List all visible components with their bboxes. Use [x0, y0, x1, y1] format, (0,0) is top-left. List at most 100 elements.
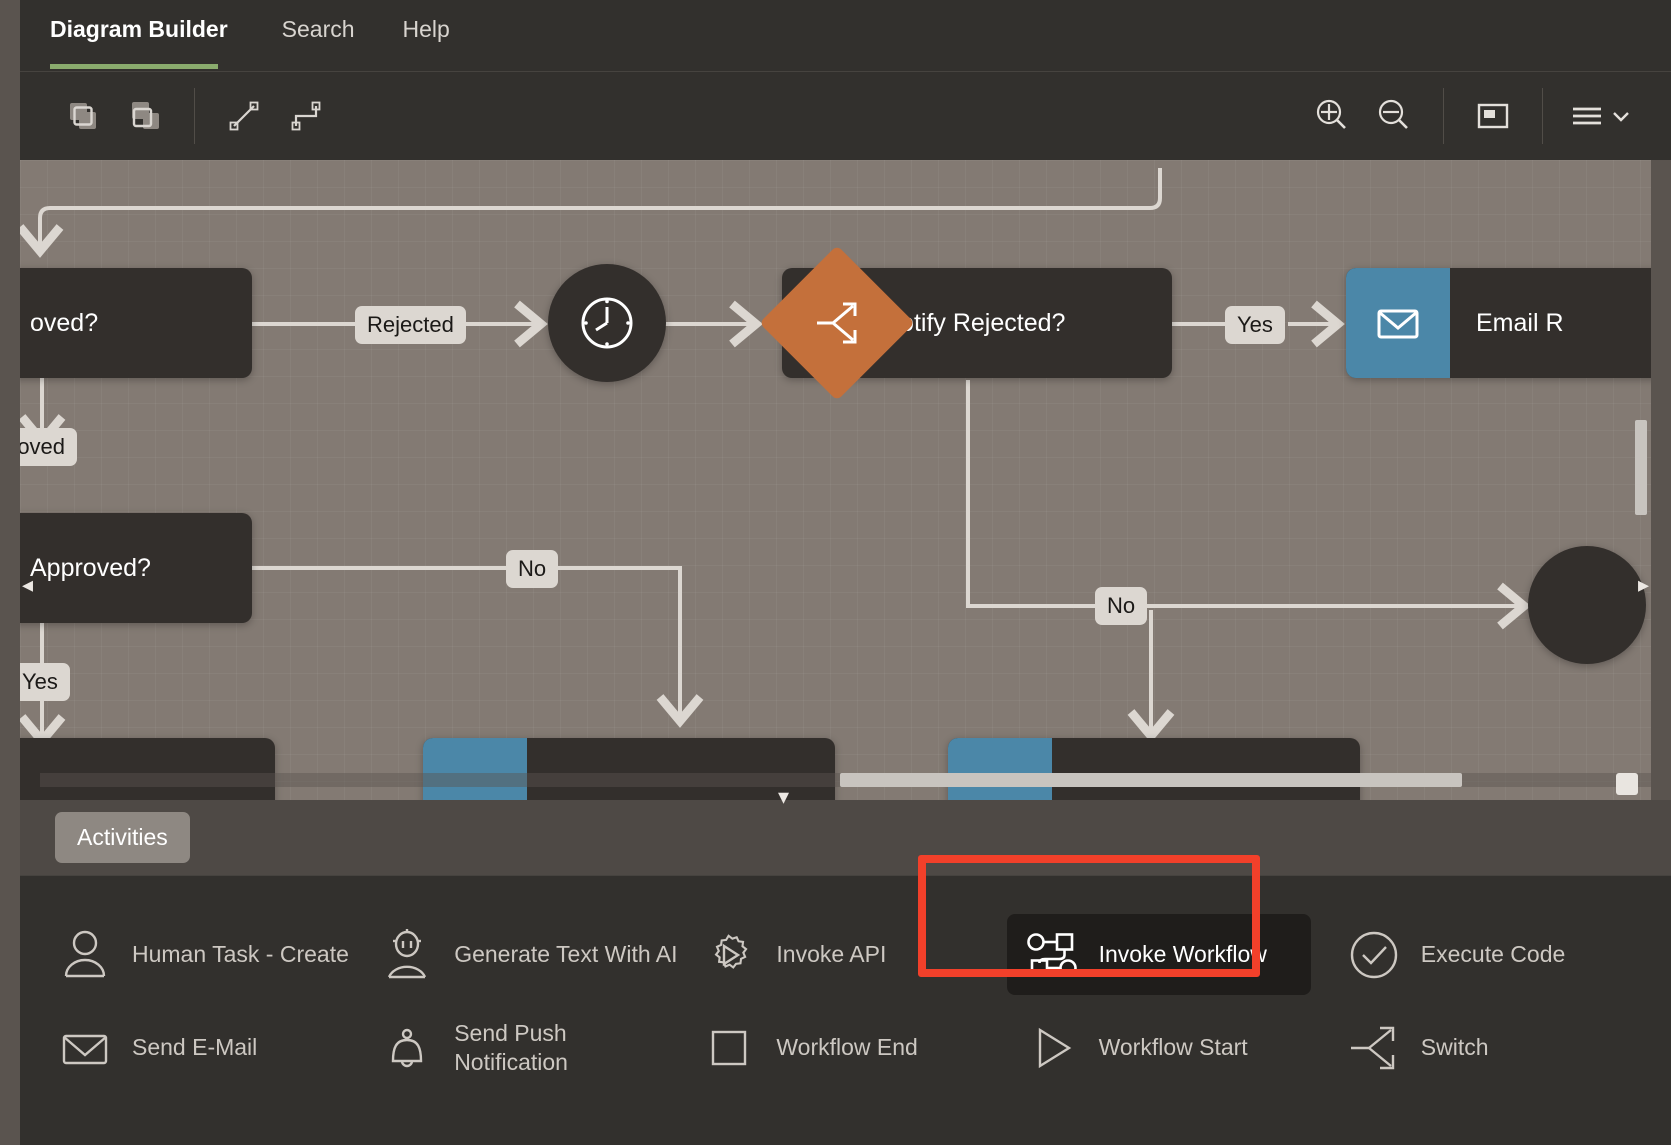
node-label: oved?	[20, 309, 118, 338]
email-icon-box	[1346, 268, 1450, 378]
node-label: Approved?	[20, 554, 171, 583]
palette-item-invoke-api[interactable]: Invoke API	[684, 908, 1006, 1001]
toolbar	[20, 71, 1671, 160]
invoke-workflow-icon	[1025, 928, 1079, 982]
palette-item-label: Invoke Workflow	[1099, 940, 1267, 969]
menu-item-label: Diagram Builder	[50, 16, 228, 42]
edge-label-yes-manager: Yes	[20, 663, 70, 701]
palette-item-label: Workflow End	[776, 1033, 917, 1062]
gear-play-icon	[702, 928, 756, 982]
send-to-back-icon	[125, 96, 165, 136]
pan-right-arrow[interactable]: ▸	[1638, 574, 1649, 596]
zoom-in-icon	[1310, 94, 1354, 138]
palette-item-label: Send E-Mail	[132, 1033, 257, 1062]
decision-icon-wrapper	[782, 268, 892, 378]
palette-grid: Human Task - Create	[20, 898, 1671, 1094]
orthogonal-connector-icon	[286, 96, 326, 136]
tab-activities[interactable]: Activities	[55, 812, 190, 863]
canvas-resize-grip[interactable]	[1616, 773, 1638, 795]
menu-item-label: Search	[282, 16, 355, 42]
palette-item-label: Human Task - Create	[132, 940, 349, 969]
canvas-node-manager-approved[interactable]: Approved?	[20, 513, 252, 623]
toolbar-separator	[1542, 88, 1543, 144]
canvas-node-approved-decision[interactable]: oved?	[20, 268, 252, 378]
activity-palette: Human Task - Create	[20, 875, 1671, 1145]
pan-down-arrow[interactable]: ▾	[778, 786, 789, 808]
play-triangle-icon	[1025, 1021, 1079, 1075]
ai-person-icon	[380, 928, 434, 982]
envelope-icon	[1369, 294, 1427, 352]
pan-left-arrow[interactable]: ◂	[22, 574, 33, 596]
diagram-canvas[interactable]: oved? Notify Rejected?	[20, 160, 1651, 800]
toolbar-separator	[1443, 88, 1444, 144]
bell-icon	[380, 1021, 434, 1075]
switch-icon	[811, 297, 863, 349]
palette-item-switch[interactable]: Switch	[1329, 1001, 1651, 1094]
palette-item-label: Execute Code	[1421, 940, 1565, 969]
palette-item-workflow-start[interactable]: Workflow Start	[1007, 1001, 1329, 1094]
icon-box	[948, 738, 1052, 800]
canvas-node-end-circle[interactable]	[1528, 546, 1646, 664]
edge-label-approved: roved	[20, 428, 77, 466]
bottom-panel: Activities Human Task - Create	[20, 800, 1671, 1145]
menu-item-search[interactable]: Search	[258, 0, 379, 71]
edge-label-no-manager: No	[506, 550, 558, 588]
node-label: Email R	[1450, 309, 1584, 338]
edge-label-rejected: Rejected	[355, 306, 466, 344]
straight-connector-button[interactable]	[213, 85, 275, 147]
active-menu-underline	[50, 64, 218, 69]
canvas-node-email-rejected[interactable]: Email R	[1346, 268, 1651, 378]
canvas-node-bottom-mid[interactable]	[423, 738, 835, 800]
canvas-horizontal-scrollbar-track[interactable]	[40, 773, 1651, 787]
palette-item-generate-text-with-ai[interactable]: Generate Text With AI	[362, 908, 684, 1001]
panel-tab-bar: Activities	[20, 800, 1671, 875]
fit-to-screen-icon	[1471, 94, 1515, 138]
left-rail	[0, 0, 20, 1145]
canvas-vertical-scrollbar[interactable]	[1635, 420, 1647, 515]
palette-item-send-e-mail[interactable]: Send E-Mail	[40, 1001, 362, 1094]
hamburger-menu-button[interactable]	[1561, 85, 1641, 147]
menu-item-help[interactable]: Help	[379, 0, 474, 71]
menu-bar: Diagram Builder Search Help	[20, 0, 1671, 71]
palette-item-label: Invoke API	[776, 940, 886, 969]
palette-item-workflow-end[interactable]: Workflow End	[684, 1001, 1006, 1094]
palette-item-invoke-workflow[interactable]: Invoke Workflow	[1007, 914, 1311, 995]
menu-item-diagram-builder[interactable]: Diagram Builder	[20, 0, 258, 71]
canvas-node-bottom-right[interactable]	[948, 738, 1360, 800]
check-circle-icon	[1347, 928, 1401, 982]
zoom-out-icon	[1372, 94, 1416, 138]
fit-to-screen-button[interactable]	[1462, 85, 1524, 147]
switch-icon	[1347, 1021, 1401, 1075]
palette-item-label: Send Push Notification	[454, 1019, 568, 1077]
edge-label-yes-email: Yes	[1225, 306, 1285, 344]
toolbar-separator	[194, 88, 195, 144]
icon-box	[423, 738, 527, 800]
palette-item-human-task-create[interactable]: Human Task - Create	[40, 908, 362, 1001]
bring-to-front-icon	[63, 96, 103, 136]
palette-item-label: Switch	[1421, 1033, 1489, 1062]
palette-item-label: Workflow Start	[1099, 1033, 1248, 1062]
square-icon	[702, 1021, 756, 1075]
palette-item-label: Generate Text With AI	[454, 940, 677, 969]
menu-item-label: Help	[403, 16, 450, 42]
canvas-node-timer[interactable]	[548, 264, 666, 382]
send-to-back-button[interactable]	[114, 85, 176, 147]
toolbar-right-group	[1301, 85, 1671, 147]
palette-item-execute-code[interactable]: Execute Code	[1329, 908, 1651, 1001]
zoom-out-button[interactable]	[1363, 85, 1425, 147]
bring-to-front-button[interactable]	[52, 85, 114, 147]
zoom-in-button[interactable]	[1301, 85, 1363, 147]
straight-connector-icon	[224, 96, 264, 136]
envelope-icon	[58, 1021, 112, 1075]
edge-label-no-notify: No	[1095, 587, 1147, 625]
toolbar-left-group	[20, 85, 337, 147]
menu-icon	[1569, 99, 1605, 133]
tab-label: Activities	[77, 824, 168, 850]
orthogonal-connector-button[interactable]	[275, 85, 337, 147]
application-window: Diagram Builder Search Help	[0, 0, 1671, 1145]
chevron-down-icon	[1609, 104, 1633, 128]
canvas-node-bottom-left[interactable]	[20, 738, 275, 800]
person-icon	[58, 928, 112, 982]
canvas-horizontal-scrollbar-thumb[interactable]	[840, 773, 1462, 787]
palette-item-send-push-notification[interactable]: Send Push Notification	[362, 1001, 684, 1094]
